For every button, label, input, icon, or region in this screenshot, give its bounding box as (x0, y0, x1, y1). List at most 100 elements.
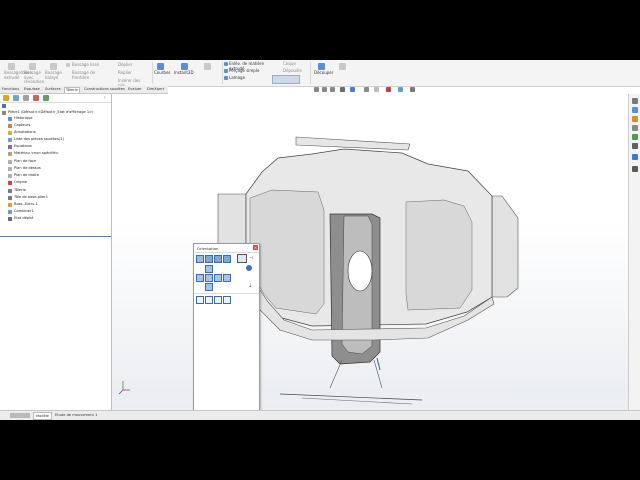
tree-item-annotations[interactable]: Annotations (14, 130, 36, 135)
display-manager-icon[interactable] (43, 95, 49, 101)
tab-constructions-soudees[interactable]: Constructions soudées (83, 87, 126, 92)
feature-manager-icon[interactable] (3, 95, 9, 101)
view-trimetric-icon[interactable] (214, 255, 222, 263)
task-pane-extra-icon[interactable] (632, 166, 638, 172)
design-library-icon[interactable] (632, 107, 638, 113)
rollback-bar[interactable] (0, 236, 111, 237)
ribbon-label-cut-extrude[interactable]: Déplier (118, 62, 148, 68)
tree-item-equations[interactable]: Equations (14, 144, 32, 149)
tree-item-capteurs[interactable]: Capteurs (14, 123, 30, 128)
tree-item-tolerie[interactable]: Tôlerie (14, 188, 26, 193)
curves-icon[interactable] (157, 63, 164, 70)
ribbon-label-sweep[interactable]: Bossage balayé (45, 70, 62, 80)
section-view-icon[interactable] (340, 87, 345, 92)
tab-motion-study[interactable]: Etude de mouvement 1 (53, 412, 99, 418)
resources-icon[interactable] (632, 98, 638, 104)
tree-item-plan-droite[interactable]: Plan de droite (14, 173, 39, 178)
view-top-icon[interactable] (205, 265, 213, 273)
ribbon-label-revolve[interactable]: Bossage avec révolution (24, 70, 44, 85)
display-style-icon[interactable] (364, 87, 369, 92)
split-icon[interactable] (318, 63, 325, 70)
apply-scene-icon[interactable] (398, 87, 403, 92)
zoom-area-icon[interactable] (322, 87, 327, 92)
fillet-icon[interactable] (204, 63, 211, 70)
sensors-icon (8, 124, 12, 128)
scroll-arrows-icon[interactable] (10, 413, 30, 418)
ribbon-label-cut-revolve[interactable]: Replier (118, 70, 148, 76)
tab-dimxpert[interactable]: DimXpert (146, 87, 165, 92)
hole-icon[interactable] (224, 69, 228, 73)
new-view-icon[interactable] (237, 254, 247, 263)
tab-model[interactable]: Modèle (33, 412, 53, 420)
panel-expand-icon[interactable]: › (104, 95, 110, 101)
view-settings-icon[interactable] (410, 87, 415, 92)
previous-view-icon[interactable] (330, 87, 335, 92)
view-bottom-icon[interactable] (205, 283, 213, 291)
view-left-icon[interactable] (196, 274, 204, 282)
tree-item-plan-face[interactable]: Plan de face (14, 159, 36, 164)
tree-item-historique[interactable]: Historique (14, 116, 32, 121)
tree-item-boss-extrude[interactable]: Boss.-Extru.1 (14, 202, 38, 207)
pin-icon[interactable]: ⊣ (249, 255, 255, 261)
filter-icon[interactable] (2, 104, 6, 108)
tree-item-origine[interactable]: Origine (14, 180, 27, 185)
view-front-icon[interactable] (205, 274, 213, 282)
view-dimetric-icon[interactable] (223, 255, 231, 263)
ribbon-label-extrude[interactable]: Bossage/base extrudé (4, 70, 32, 80)
ribbon-label-tolerie-3[interactable]: Lamage (229, 75, 273, 81)
extrude-boss-icon[interactable] (8, 63, 15, 70)
ribbon-label-draft[interactable]: Dépouille (283, 68, 309, 74)
ribbon-label-shell[interactable]: Coque (283, 61, 309, 67)
tree-item-plan-dessus[interactable]: Plan de dessus (14, 166, 41, 171)
two-view-horizontal-icon[interactable] (205, 296, 213, 304)
ribbon-label-curves[interactable]: Courbes (154, 70, 171, 76)
tab-tolerie[interactable]: Tôlerie (64, 87, 80, 93)
view-normal-icon[interactable] (196, 255, 204, 263)
view-palette-icon[interactable] (632, 125, 638, 131)
edit-appearance-icon[interactable] (386, 87, 391, 92)
custom-properties-icon[interactable] (632, 143, 638, 149)
zoom-to-fit-icon[interactable] (314, 87, 319, 92)
tab-esquisse[interactable]: Esquisse (23, 87, 41, 92)
tree-item-combiner[interactable]: Combiner1 (14, 209, 34, 214)
cut-extrude-icon[interactable] (224, 62, 228, 66)
view-right-icon[interactable] (214, 274, 222, 282)
tree-item-material[interactable]: Matériau <non spécifié> (14, 151, 59, 156)
tree-item-cut-list[interactable]: Liste des pièces soudées(1) (14, 137, 64, 142)
file-explorer-icon[interactable] (632, 116, 638, 122)
view-selector-icon[interactable] (246, 265, 252, 271)
close-icon[interactable]: × (253, 245, 258, 250)
tree-item-etat-deplie[interactable]: Etat déplié (14, 216, 33, 221)
tree-item-base-flange[interactable]: Tôle de base-plier1 (14, 195, 48, 200)
tree-root-part[interactable]: Pièce1 (Défaut<<Défaut>_Etat d'affichage… (8, 110, 94, 115)
view-back-icon[interactable] (223, 274, 231, 282)
loft-icon[interactable] (66, 63, 70, 67)
single-view-icon[interactable] (196, 296, 204, 304)
extra-icon[interactable] (339, 63, 346, 70)
tab-surfaces[interactable]: Surfaces (44, 87, 62, 92)
four-view-icon[interactable] (223, 296, 231, 304)
view-isometric-icon[interactable] (205, 255, 213, 263)
tab-evaluer[interactable]: Evaluer (127, 87, 143, 92)
tab-fonctions[interactable]: Fonctions (1, 87, 20, 92)
two-view-vertical-icon[interactable] (214, 296, 222, 304)
graphics-area[interactable] (112, 94, 628, 410)
sweep-boss-icon[interactable] (50, 63, 57, 70)
active-command-highlight[interactable] (272, 75, 300, 84)
hide-show-items-icon[interactable] (374, 87, 379, 92)
appearances-icon[interactable] (632, 134, 638, 140)
dimxpert-manager-icon[interactable] (33, 95, 39, 101)
view-orientation-icon[interactable] (350, 87, 355, 92)
ribbon-label-instant3d[interactable]: Instant3D (174, 70, 196, 76)
property-manager-icon[interactable] (13, 95, 19, 101)
counterbore-icon[interactable] (224, 76, 228, 80)
configuration-manager-icon[interactable] (23, 95, 29, 101)
instant3d-icon[interactable] (181, 63, 188, 70)
revolve-boss-icon[interactable] (29, 63, 36, 70)
ribbon-label-tolerie-2[interactable]: Perçage simple (229, 68, 273, 74)
ribbon-label-split[interactable]: Découper (314, 70, 333, 76)
ribbon-label-loft[interactable]: Bossage lissé (72, 62, 108, 68)
solidworks-forum-icon[interactable] (632, 154, 638, 160)
ribbon-label-boundary[interactable]: Bossage de frontière (72, 70, 108, 80)
right-flap (491, 195, 519, 298)
